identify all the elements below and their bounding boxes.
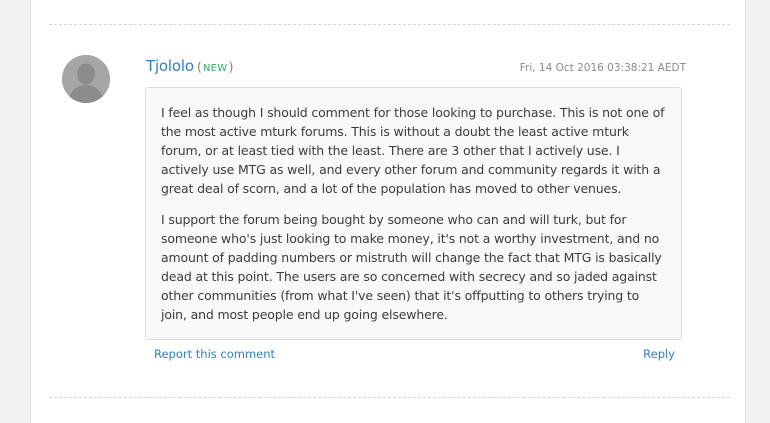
badge-open-paren: (: [197, 60, 202, 74]
new-badge-label: NEW: [202, 63, 228, 74]
divider: [49, 397, 730, 398]
comment-author-link[interactable]: Tjololo: [146, 57, 194, 75]
user-avatar-icon[interactable]: [62, 55, 110, 103]
user-badge: ( NEW ): [197, 60, 233, 74]
avatar-silhouette: [62, 55, 110, 103]
comment-timestamp: Fri, 14 Oct 2016 03:38:21 AEDT: [519, 62, 686, 74]
comment-paragraph-1: I feel as though I should comment for th…: [161, 105, 665, 196]
report-comment-link[interactable]: Report this comment: [154, 347, 275, 361]
reply-link[interactable]: Reply: [643, 347, 675, 361]
comment-card: Tjololo ( NEW ) Fri, 14 Oct 2016 03:38:2…: [30, 0, 746, 423]
badge-close-paren: ): [228, 60, 234, 74]
divider: [49, 24, 730, 25]
comment-body: I feel as though I should comment for th…: [145, 87, 682, 340]
comment-paragraph-2: I support the forum being bought by some…: [161, 212, 662, 322]
